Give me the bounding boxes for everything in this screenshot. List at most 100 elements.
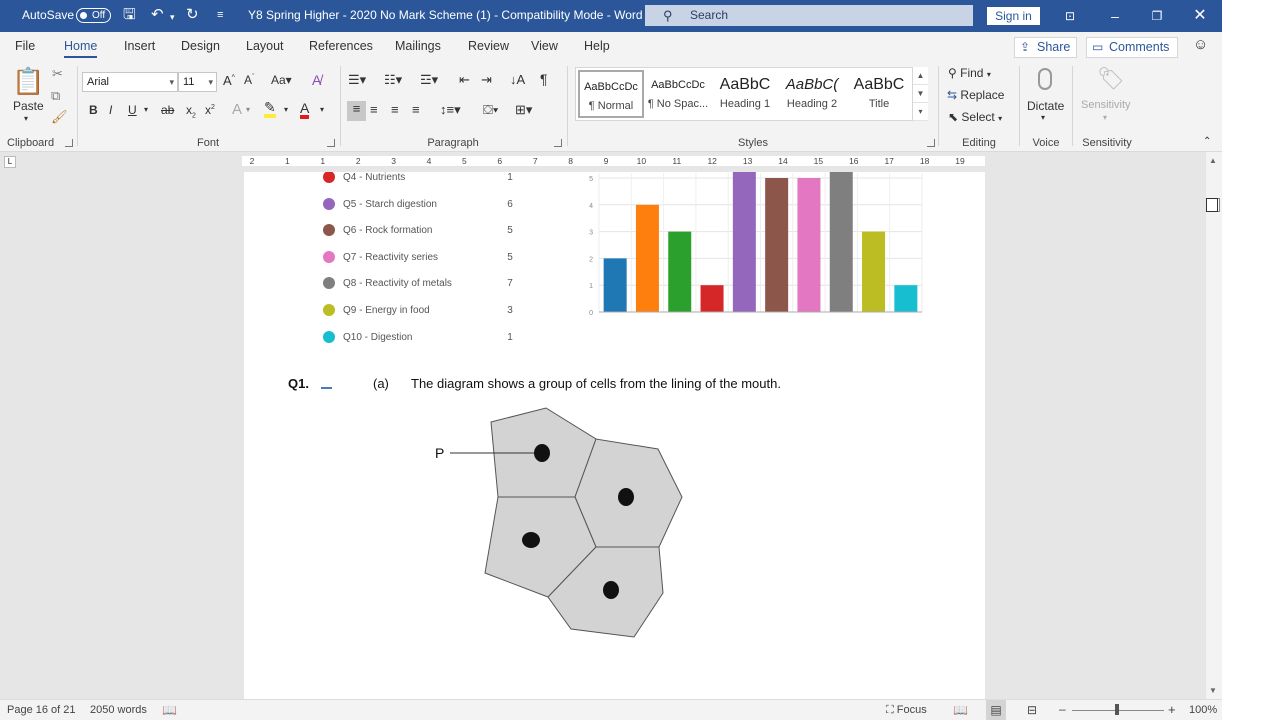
proofing-icon[interactable]: 📖: [162, 703, 177, 717]
align-right-icon[interactable]: ≡: [391, 102, 399, 117]
multilevel-list-icon[interactable]: ☲▾: [420, 72, 438, 88]
scroll-up-icon[interactable]: ▲: [1209, 156, 1217, 165]
grow-font-icon[interactable]: A^: [223, 73, 235, 88]
tab-references[interactable]: References: [309, 39, 373, 53]
redo-icon[interactable]: ↻: [186, 6, 199, 24]
vertical-scrollbar[interactable]: ▲ ▼: [1206, 152, 1222, 699]
font-color-dropdown-icon[interactable]: ▾: [320, 105, 324, 114]
paste-dropdown-icon[interactable]: ▾: [24, 114, 28, 123]
clipboard-dialog-launcher-icon[interactable]: [65, 139, 73, 147]
minimize-icon[interactable]: –: [1100, 5, 1130, 27]
y-tick-label: 0: [589, 310, 593, 317]
page-count[interactable]: Page 16 of 21: [7, 704, 76, 716]
text-effects-dropdown-icon[interactable]: ▾: [246, 105, 250, 114]
justify-icon[interactable]: ≡: [412, 102, 420, 117]
copy-icon[interactable]: ⧉: [51, 88, 60, 104]
line-spacing-icon[interactable]: ↕≡▾: [440, 102, 461, 118]
share-icon: ⇪: [1020, 40, 1031, 54]
font-dialog-launcher-icon[interactable]: [327, 139, 335, 147]
align-left-icon[interactable]: ≡: [347, 101, 366, 121]
bullets-icon[interactable]: ☰▾: [348, 72, 366, 88]
highlight-dropdown-icon[interactable]: ▾: [284, 105, 288, 114]
format-painter-icon[interactable]: 🖌: [51, 109, 68, 125]
subscript-icon[interactable]: x2: [186, 103, 196, 119]
align-center-icon[interactable]: ≡: [370, 102, 378, 117]
dictate-dropdown-icon[interactable]: ▾: [1041, 113, 1045, 122]
tab-selector-icon[interactable]: L: [4, 156, 16, 168]
customize-qat-icon[interactable]: ≡: [217, 6, 223, 24]
zoom-slider-thumb[interactable]: [1115, 704, 1119, 715]
undo-dropdown-icon[interactable]: ▾: [170, 8, 175, 26]
borders-icon[interactable]: ⊞▾: [515, 102, 532, 118]
save-icon[interactable]: 🖫: [123, 6, 136, 24]
sensitivity-dropdown-icon[interactable]: ▾: [1103, 113, 1107, 122]
text-effects-icon[interactable]: A: [232, 101, 242, 118]
font-color-icon[interactable]: A: [300, 101, 310, 119]
strikethrough-icon[interactable]: ab: [161, 103, 174, 117]
search-box[interactable]: ⚲ Search: [645, 5, 973, 26]
underline-icon[interactable]: U: [128, 103, 137, 117]
sort-icon[interactable]: ↓A: [510, 72, 525, 87]
bold-icon[interactable]: B: [89, 103, 98, 117]
collapse-ribbon-icon[interactable]: ⌃: [1203, 136, 1211, 147]
underline-dropdown-icon[interactable]: ▾: [144, 105, 148, 114]
ribbon-display-options-icon[interactable]: ⊡: [1055, 5, 1085, 27]
change-case-icon[interactable]: Aa▾: [271, 73, 292, 87]
tab-insert[interactable]: Insert: [124, 39, 155, 53]
styles-dialog-launcher-icon[interactable]: [927, 139, 935, 147]
clipboard-group: 📋 Paste ▾ ✂ ⧉ 🖌 Clipboard: [0, 60, 76, 152]
tab-mailings[interactable]: Mailings: [395, 39, 441, 53]
tab-help[interactable]: Help: [584, 39, 610, 53]
clear-formatting-icon[interactable]: A̸: [312, 72, 321, 88]
zoom-level[interactable]: 100%: [1189, 704, 1217, 716]
share-button[interactable]: ⇪ Share: [1014, 37, 1077, 58]
document-page[interactable]: Q4 - Nutrients 1 Q5 - Starch digestion 6 Q6 …: [244, 172, 985, 699]
numbering-icon[interactable]: ☷▾: [384, 72, 402, 88]
highlight-icon[interactable]: ✎: [264, 100, 276, 118]
undo-icon[interactable]: ↶: [151, 6, 164, 24]
find-button[interactable]: ⚲ Find ▾: [948, 66, 991, 80]
comments-button[interactable]: ▭ Comments: [1086, 37, 1178, 58]
paragraph-dialog-launcher-icon[interactable]: [554, 139, 562, 147]
cut-icon[interactable]: ✂: [52, 66, 63, 82]
select-button[interactable]: ⬉ Select ▾: [948, 110, 1002, 124]
shading-icon[interactable]: ⛋▾: [483, 102, 498, 118]
feedback-smiley-icon[interactable]: ☺: [1193, 36, 1208, 53]
italic-icon[interactable]: I: [109, 103, 112, 117]
tab-review[interactable]: Review: [468, 39, 509, 53]
font-size-combo[interactable]: 11 ▾: [178, 72, 217, 92]
tab-layout[interactable]: Layout: [246, 39, 284, 53]
tab-view[interactable]: View: [531, 39, 558, 53]
show-formatting-marks-icon[interactable]: ¶: [540, 71, 548, 87]
tab-design[interactable]: Design: [181, 39, 220, 53]
tab-file[interactable]: File: [15, 39, 35, 53]
question-part: (a): [373, 376, 389, 391]
decrease-indent-icon[interactable]: ⇤: [459, 72, 470, 88]
print-layout-icon[interactable]: ▤: [986, 700, 1006, 720]
sensitivity-button[interactable]: Sensitivity: [1081, 99, 1131, 111]
shrink-font-icon[interactable]: Aˇ: [244, 73, 254, 87]
question-text: The diagram shows a group of cells from …: [411, 376, 781, 391]
dictate-button[interactable]: Dictate: [1027, 99, 1064, 113]
superscript-icon[interactable]: x2: [205, 103, 215, 117]
zoom-out-icon[interactable]: –: [1059, 702, 1066, 716]
font-name-combo[interactable]: Arial ▾: [82, 72, 178, 92]
close-icon[interactable]: ✕: [1185, 5, 1215, 27]
paste-icon[interactable]: 📋: [12, 66, 44, 97]
sign-in-button[interactable]: Sign in: [987, 7, 1040, 25]
zoom-in-icon[interactable]: +: [1168, 702, 1176, 717]
restore-icon[interactable]: ❐: [1142, 5, 1172, 27]
autosave-toggle[interactable]: Off: [76, 8, 111, 23]
scroll-down-icon[interactable]: ▼: [1209, 686, 1217, 695]
focus-button[interactable]: ⛶ Focus: [886, 704, 927, 717]
word-count[interactable]: 2050 words: [90, 704, 147, 716]
tab-home[interactable]: Home: [64, 39, 98, 58]
horizontal-ruler[interactable]: 2 1 1 2 3 4 5 6 7 8 9 10 11 12 13 14 15 16 17 18 19: [242, 156, 985, 166]
web-layout-icon[interactable]: ⊟: [1027, 703, 1037, 717]
read-mode-icon[interactable]: 📖: [953, 703, 968, 717]
increase-indent-icon[interactable]: ⇥: [481, 72, 492, 88]
ruler-tick-label: 11: [672, 156, 682, 166]
paste-button[interactable]: Paste: [13, 99, 44, 113]
microphone-icon[interactable]: [1038, 68, 1052, 90]
replace-button[interactable]: ⇆ Replace: [947, 88, 1004, 102]
